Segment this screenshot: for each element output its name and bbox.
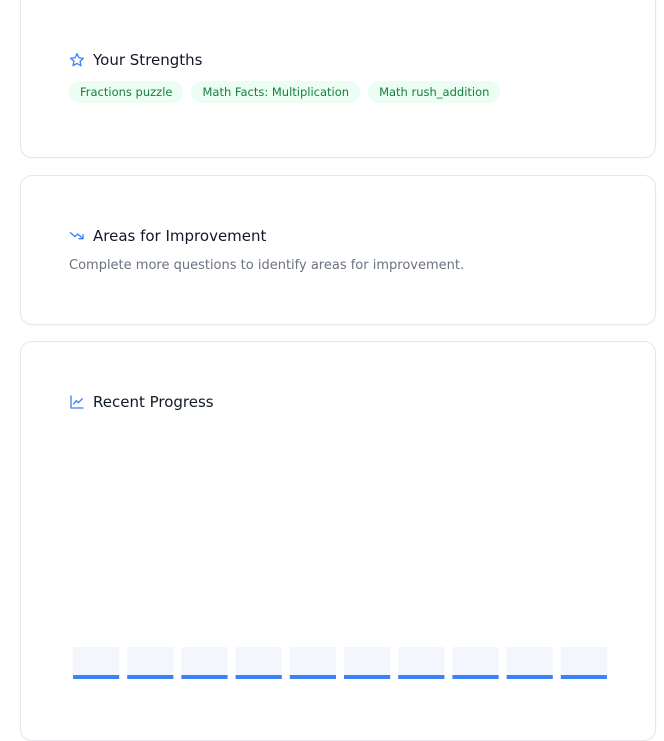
strengths-card: Your Strengths Fractions puzzle Math Fac… [20,0,656,158]
progress-bar [73,675,120,679]
progress-title: Recent Progress [93,393,214,411]
strengths-chip-list: Fractions puzzle Math Facts: Multiplicat… [69,81,501,103]
progress-bar [506,675,553,679]
improvement-message: Complete more questions to identify area… [69,258,465,273]
progress-bar-track [344,647,391,675]
strength-chip: Fractions puzzle [69,81,184,103]
progress-bar [181,675,228,679]
progress-bar-track [398,647,445,675]
progress-bar [560,675,607,679]
star-icon [69,52,85,68]
strengths-title: Your Strengths [93,51,203,69]
strength-chip: Math rush_addition [368,81,501,103]
strength-chip: Math Facts: Multiplication [191,81,361,103]
improvement-header: Areas for Improvement [69,227,266,245]
progress-bar [398,675,445,679]
progress-bar [344,675,391,679]
progress-bar-track [73,647,120,675]
progress-bar [289,675,336,679]
progress-chart [73,647,607,679]
progress-bar-track [235,647,282,675]
strengths-header: Your Strengths [69,51,203,69]
progress-card: Recent Progress [20,341,656,741]
progress-bar [127,675,174,679]
progress-bar-track [506,647,553,675]
progress-bar [452,675,499,679]
progress-bar [235,675,282,679]
improvement-card: Areas for Improvement Complete more ques… [20,175,656,325]
progress-bar-track [560,647,607,675]
improvement-title: Areas for Improvement [93,227,267,245]
progress-bar-track [181,647,228,675]
progress-bar-track [289,647,336,675]
progress-bar-track [127,647,174,675]
progress-header: Recent Progress [69,393,214,411]
trending-down-icon [69,228,85,244]
line-chart-icon [69,394,85,410]
progress-bar-track [452,647,499,675]
